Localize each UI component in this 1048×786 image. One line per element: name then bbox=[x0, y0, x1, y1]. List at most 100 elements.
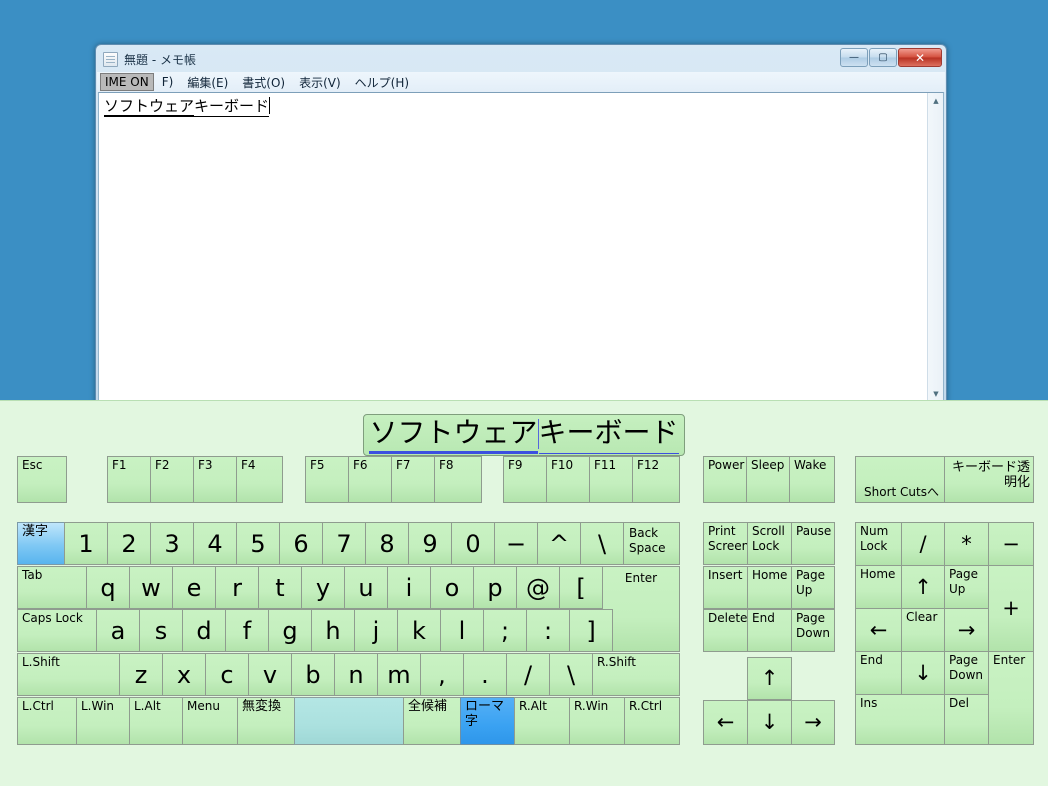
key-5[interactable]: 5 bbox=[236, 522, 280, 565]
key-s[interactable]: s bbox=[139, 609, 183, 652]
key-9[interactable]: 9 bbox=[408, 522, 452, 565]
key-right-alt[interactable]: R.Alt bbox=[514, 697, 570, 745]
key-numpad-home[interactable]: Home bbox=[855, 565, 902, 609]
key-2[interactable]: 2 bbox=[107, 522, 151, 565]
key-h[interactable]: h bbox=[311, 609, 355, 652]
key-7[interactable]: 7 bbox=[322, 522, 366, 565]
key-numpad-enter[interactable]: Enter bbox=[988, 651, 1034, 745]
key-comma[interactable]: , bbox=[420, 653, 464, 696]
key-left-win[interactable]: L.Win bbox=[76, 697, 130, 745]
key-numpad-arrow-right-icon[interactable]: → bbox=[944, 608, 989, 652]
key-page-up[interactable]: Page Up bbox=[791, 566, 835, 609]
key-menu[interactable]: Menu bbox=[182, 697, 238, 745]
key-4[interactable]: 4 bbox=[193, 522, 237, 565]
key-f1[interactable]: F1 bbox=[107, 456, 151, 503]
key-numpad-multiply[interactable]: * bbox=[944, 522, 989, 566]
key-arrow-left-icon[interactable]: ← bbox=[703, 700, 748, 745]
key-space[interactable] bbox=[294, 697, 404, 745]
key-page-down[interactable]: Page Down bbox=[791, 609, 835, 652]
key-insert[interactable]: Insert bbox=[703, 566, 748, 609]
key-w[interactable]: w bbox=[129, 566, 173, 609]
key-f3[interactable]: F3 bbox=[193, 456, 237, 503]
key-left-alt[interactable]: L.Alt bbox=[129, 697, 183, 745]
key-wake[interactable]: Wake bbox=[789, 456, 835, 503]
key-num-lock[interactable]: Num Lock bbox=[855, 522, 902, 566]
key-right-shift[interactable]: R.Shift bbox=[592, 653, 680, 696]
key-print-screen[interactable]: Print Screen bbox=[703, 522, 748, 565]
notepad-titlebar[interactable]: 無題 - メモ帳 — ▢ ✕ bbox=[97, 46, 945, 72]
vertical-scrollbar[interactable]: ▲ ▼ bbox=[927, 93, 943, 402]
key-power[interactable]: Power bbox=[703, 456, 747, 503]
key-right-win[interactable]: R.Win bbox=[569, 697, 625, 745]
key-numpad-subtract[interactable]: − bbox=[988, 522, 1034, 566]
key-i[interactable]: i bbox=[387, 566, 431, 609]
key-colon[interactable]: : bbox=[526, 609, 570, 652]
key-muhenkan[interactable]: 無変換 bbox=[237, 697, 295, 745]
key-numpad-page-down[interactable]: Page Down bbox=[944, 651, 989, 695]
key-bracket-left[interactable]: [ bbox=[559, 566, 603, 609]
key-romaji[interactable]: ローマ字 bbox=[460, 697, 515, 745]
key-numpad-arrow-up-icon[interactable]: ↑ bbox=[901, 565, 945, 609]
key-at[interactable]: @ bbox=[516, 566, 560, 609]
key-f5[interactable]: F5 bbox=[305, 456, 349, 503]
key-period[interactable]: . bbox=[463, 653, 507, 696]
key-end[interactable]: End bbox=[747, 609, 792, 652]
key-k[interactable]: k bbox=[397, 609, 441, 652]
key-numpad-ins[interactable]: Ins bbox=[855, 694, 945, 745]
key-numpad-end[interactable]: End bbox=[855, 651, 902, 695]
key-minus[interactable]: − bbox=[494, 522, 538, 565]
shortcuts-button[interactable]: Short Cutsへ bbox=[855, 456, 945, 503]
key-left-ctrl[interactable]: L.Ctrl bbox=[17, 697, 77, 745]
key-numpad-del[interactable]: Del bbox=[944, 694, 989, 745]
key-d[interactable]: d bbox=[182, 609, 226, 652]
key-pause[interactable]: Pause bbox=[791, 522, 835, 565]
key-enter[interactable]: Enter bbox=[602, 566, 680, 652]
notepad-text-area[interactable]: ソフトウェアキーボード ▲ ▼ bbox=[98, 92, 944, 403]
key-numpad-arrow-left-icon[interactable]: ← bbox=[855, 608, 902, 652]
keyboard-transparency-button[interactable]: キーボード透明化 bbox=[944, 456, 1034, 503]
key-c[interactable]: c bbox=[205, 653, 249, 696]
key-o[interactable]: o bbox=[430, 566, 474, 609]
key-f12[interactable]: F12 bbox=[632, 456, 680, 503]
key-numpad-clear[interactable]: Clear bbox=[901, 608, 945, 652]
key-y[interactable]: y bbox=[301, 566, 345, 609]
scroll-up-icon[interactable]: ▲ bbox=[928, 93, 943, 109]
software-keyboard-panel[interactable]: ソフトウェアキーボード Esc F1 F2 F3 F4 F5 F6 F7 F8 … bbox=[0, 400, 1048, 786]
key-q[interactable]: q bbox=[86, 566, 130, 609]
key-arrow-down-icon[interactable]: ↓ bbox=[747, 700, 792, 745]
menu-edit[interactable]: 編集(E) bbox=[180, 72, 235, 93]
window-controls[interactable]: — ▢ ✕ bbox=[840, 48, 942, 67]
key-a[interactable]: a bbox=[96, 609, 140, 652]
key-j[interactable]: j bbox=[354, 609, 398, 652]
key-u[interactable]: u bbox=[344, 566, 388, 609]
key-l[interactable]: l bbox=[440, 609, 484, 652]
key-b[interactable]: b bbox=[291, 653, 335, 696]
key-bracket-right[interactable]: ] bbox=[569, 609, 613, 652]
key-f8[interactable]: F8 bbox=[434, 456, 482, 503]
key-e[interactable]: e bbox=[172, 566, 216, 609]
key-0[interactable]: 0 bbox=[451, 522, 495, 565]
menu-format[interactable]: 書式(O) bbox=[235, 72, 292, 93]
key-f4[interactable]: F4 bbox=[236, 456, 283, 503]
key-scroll-lock[interactable]: Scroll Lock bbox=[747, 522, 792, 565]
key-f6[interactable]: F6 bbox=[348, 456, 392, 503]
key-semicolon[interactable]: ; bbox=[483, 609, 527, 652]
maximize-button[interactable]: ▢ bbox=[869, 48, 897, 67]
key-p[interactable]: p bbox=[473, 566, 517, 609]
key-zenkouho[interactable]: 全候補 bbox=[403, 697, 461, 745]
key-v[interactable]: v bbox=[248, 653, 292, 696]
key-arrow-up-icon[interactable]: ↑ bbox=[747, 657, 792, 700]
key-numpad-page-up[interactable]: Page Up bbox=[944, 565, 989, 609]
key-n[interactable]: n bbox=[334, 653, 378, 696]
key-1[interactable]: 1 bbox=[64, 522, 108, 565]
notepad-menubar[interactable]: IME ON F) 編集(E) 書式(O) 表示(V) ヘルプ(H) bbox=[97, 72, 945, 92]
key-arrow-right-icon[interactable]: → bbox=[791, 700, 835, 745]
key-slash[interactable]: / bbox=[506, 653, 550, 696]
key-f9[interactable]: F9 bbox=[503, 456, 547, 503]
key-backspace[interactable]: Back Space bbox=[623, 522, 680, 565]
key-numpad-add[interactable]: + bbox=[988, 565, 1034, 652]
menu-view[interactable]: 表示(V) bbox=[292, 72, 348, 93]
key-right-ctrl[interactable]: R.Ctrl bbox=[624, 697, 680, 745]
key-f10[interactable]: F10 bbox=[546, 456, 590, 503]
key-m[interactable]: m bbox=[377, 653, 421, 696]
